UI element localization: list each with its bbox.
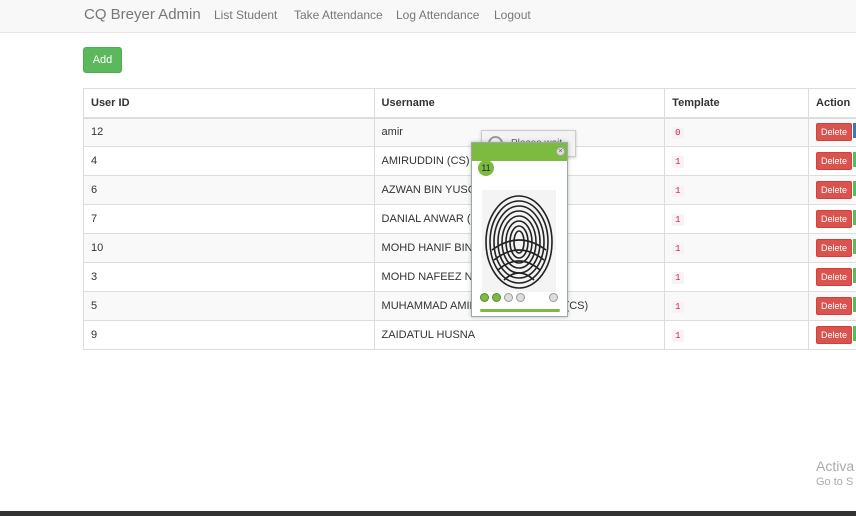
fingerprint-dialog-header: × bbox=[472, 143, 567, 161]
cell-action: Delete bbox=[808, 117, 856, 147]
scan-progress-dot bbox=[549, 293, 558, 302]
scan-progress-dot bbox=[516, 293, 525, 302]
table-header-row: User ID Username Template Action bbox=[83, 88, 856, 119]
template-badge: 0 bbox=[672, 127, 684, 140]
watermark-line1: Activa bbox=[816, 458, 855, 474]
col-username: Username bbox=[373, 88, 666, 119]
cell-user-id: 12 bbox=[83, 117, 375, 147]
nav-log-attendance[interactable]: Log Attendance bbox=[396, 8, 479, 22]
scan-progress-dot bbox=[492, 293, 501, 302]
cell-action: Delete bbox=[808, 146, 856, 176]
cell-action: Delete bbox=[808, 175, 856, 205]
table-row: 6 AZWAN BIN YUSO 1 Delete bbox=[83, 175, 856, 205]
watermark-line2: Go to S bbox=[816, 476, 854, 488]
fingerprint-dialog: × 11 bbox=[471, 142, 568, 317]
cell-user-id: 7 bbox=[83, 204, 375, 234]
col-action: Action bbox=[808, 88, 856, 119]
cell-user-id: 6 bbox=[83, 175, 375, 205]
scan-progress-dot bbox=[504, 293, 513, 302]
scan-count-badge: 11 bbox=[478, 160, 494, 176]
taskbar-edge bbox=[0, 511, 856, 516]
cell-action: Delete bbox=[808, 262, 856, 292]
table-row: 4 AMIRUDDIN (CS) 1 Delete bbox=[83, 146, 856, 176]
delete-button[interactable]: Delete bbox=[816, 326, 853, 344]
cell-user-id: 5 bbox=[83, 291, 375, 321]
table-row: 9 ZAIDATUL HUSNA 1 Delete bbox=[83, 320, 856, 350]
brand-link[interactable]: CQ Breyer Admin bbox=[84, 6, 201, 23]
scan-progress-dot bbox=[480, 293, 489, 302]
navbar: CQ Breyer Admin List Student Take Attend… bbox=[0, 0, 856, 33]
students-table: User ID Username Template Action 12 amir… bbox=[83, 88, 856, 350]
template-badge: 1 bbox=[672, 156, 684, 168]
template-badge: 1 bbox=[672, 243, 684, 255]
cell-user-id: 9 bbox=[83, 320, 375, 350]
cell-action: Delete bbox=[808, 233, 856, 263]
delete-button[interactable]: Delete bbox=[816, 297, 853, 315]
cell-action: Delete bbox=[808, 291, 856, 321]
nav-take-attendance[interactable]: Take Attendance bbox=[294, 8, 383, 22]
cell-template: 1 bbox=[664, 262, 810, 292]
template-badge: 1 bbox=[672, 272, 684, 284]
cell-template: 0 bbox=[664, 117, 810, 147]
cell-template: 1 bbox=[664, 291, 810, 321]
col-template: Template bbox=[664, 88, 810, 119]
cell-user-id: 10 bbox=[83, 233, 375, 263]
col-user-id: User ID bbox=[83, 88, 375, 119]
template-badge: 1 bbox=[672, 185, 684, 197]
cell-username: ZAIDATUL HUSNA bbox=[373, 320, 666, 350]
delete-button[interactable]: Delete bbox=[816, 123, 853, 142]
fingerprint-icon bbox=[482, 190, 556, 292]
nav-list-student[interactable]: List Student bbox=[214, 8, 277, 22]
cell-action: Delete bbox=[808, 204, 856, 234]
close-icon[interactable]: × bbox=[556, 147, 565, 156]
cell-template: 1 bbox=[664, 175, 810, 205]
delete-button[interactable]: Delete bbox=[816, 152, 853, 170]
table-row: 3 MOHD NAFEEZ NO 1 Delete bbox=[83, 262, 856, 292]
table-row: 7 DANIAL ANWAR (C 1 Delete bbox=[83, 204, 856, 234]
table-row: 5 MUHAMMAD AMIR N (CS) 1 Delete bbox=[83, 291, 856, 321]
template-badge: 1 bbox=[672, 301, 684, 313]
cell-user-id: 4 bbox=[83, 146, 375, 176]
table-row: 12 amir 0 Delete bbox=[83, 117, 856, 147]
delete-button[interactable]: Delete bbox=[816, 268, 853, 286]
cell-template: 1 bbox=[664, 204, 810, 234]
username-text: MUHAMMAD AMIR bbox=[381, 300, 478, 312]
template-badge: 1 bbox=[672, 330, 684, 342]
nav-logout[interactable]: Logout bbox=[494, 8, 531, 22]
cell-template: 1 bbox=[664, 233, 810, 263]
delete-button[interactable]: Delete bbox=[816, 210, 853, 228]
cell-action: Delete bbox=[808, 320, 856, 350]
add-button[interactable]: Add bbox=[83, 47, 122, 73]
table-row: 10 MOHD HANIF BIN 1 Delete bbox=[83, 233, 856, 263]
cell-user-id: 3 bbox=[83, 262, 375, 292]
cell-template: 1 bbox=[664, 320, 810, 350]
delete-button[interactable]: Delete bbox=[816, 239, 853, 257]
delete-button[interactable]: Delete bbox=[816, 181, 853, 199]
template-badge: 1 bbox=[672, 214, 684, 226]
scan-progress-bar bbox=[480, 309, 560, 312]
cell-template: 1 bbox=[664, 146, 810, 176]
